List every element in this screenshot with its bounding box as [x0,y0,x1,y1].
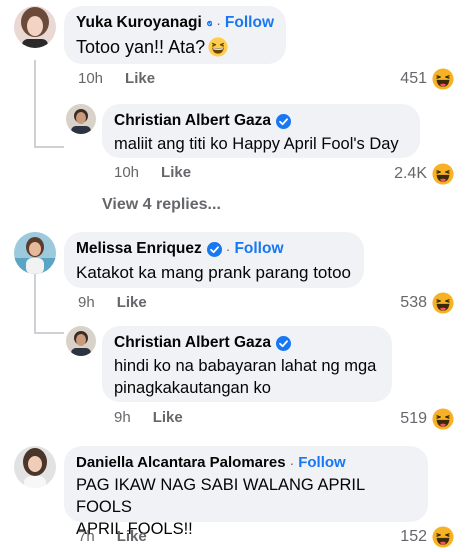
reaction-count-value: 152 [400,528,427,545]
timestamp[interactable]: 10h [114,164,139,181]
follow-button[interactable]: Follow [225,14,274,32]
haha-reaction-icon [432,68,454,90]
avatar[interactable] [14,232,56,274]
comment-bubble: Melissa Enriquez · Follow Katakot ka man… [64,232,364,288]
reply-bubble: Christian Albert Gaza maliit ang titi ko… [102,104,420,158]
reaction-count-value: 519 [400,410,427,427]
verified-badge-icon [276,336,291,351]
separator-dot: · [216,15,221,31]
thread-line [34,272,36,334]
haha-reaction-icon [432,163,454,185]
commenter-name[interactable]: Christian Albert Gaza [114,334,271,352]
reply-avatar[interactable] [66,104,96,134]
comment-meta: 9h Like [78,294,147,311]
avatar[interactable] [14,6,56,48]
reaction-count[interactable]: 152 [400,526,454,548]
reply-bubble: Christian Albert Gaza hindi ko na babaya… [102,326,392,402]
verified-badge-icon [207,16,212,31]
timestamp[interactable]: 9h [114,409,131,426]
follow-button[interactable]: Follow [298,454,346,471]
haha-reaction-icon [432,292,454,314]
comment-text-line: PAG IKAW NAG SABI WALANG APRIL FOOLS [76,476,365,516]
comment-bubble: Daniella Alcantara Palomares · Follow PA… [64,446,428,538]
reply-text: maliit ang titi ko Happy April Fool's Da… [114,135,399,153]
comment-text: Totoo yan!! Ata? [76,35,274,60]
reaction-count[interactable]: 451 [400,68,454,90]
comment-bubble: Yuka Kuroyanagi · Follow Totoo yan!! Ata… [64,6,286,64]
comment-meta: 10h Like [78,70,155,87]
haha-reaction-icon [432,526,454,548]
grinning-squint-emoji-icon [208,37,228,57]
reaction-count-value: 2.4K [394,165,427,182]
reply-text-line: hindi ko na babayaran lahat ng mga [114,357,377,375]
reaction-count[interactable]: 2.4K [394,163,454,185]
reaction-count[interactable]: 519 [400,408,454,430]
reply-meta: 10h Like [114,164,191,181]
reply-meta: 9h Like [114,409,183,426]
view-more-replies-link[interactable]: View 4 replies... [102,196,221,214]
timestamp[interactable]: 9h [78,294,95,311]
thread-connector [34,332,64,334]
like-button[interactable]: Like [117,528,147,545]
reply-text-line: pinagkakautangan ko [114,379,271,397]
verified-badge-icon [207,242,222,257]
commenter-name[interactable]: Melissa Enriquez [76,240,202,258]
thread-line [34,60,36,148]
commenter-name[interactable]: Christian Albert Gaza [114,112,271,130]
timestamp[interactable]: 7h [78,528,95,545]
separator-dot: · [289,454,295,471]
like-button[interactable]: Like [117,294,147,311]
reply-avatar[interactable] [66,326,96,356]
verified-badge-icon [276,114,291,129]
thread-connector [34,146,64,148]
separator-dot: · [225,241,231,257]
reaction-count-value: 451 [400,70,427,87]
like-button[interactable]: Like [153,409,183,426]
reaction-count[interactable]: 538 [400,292,454,314]
haha-reaction-icon [432,408,454,430]
timestamp[interactable]: 10h [78,70,103,87]
commenter-name[interactable]: Yuka Kuroyanagi [76,14,202,32]
like-button[interactable]: Like [125,70,155,87]
commenter-name[interactable]: Daniella Alcantara Palomares [76,454,286,471]
avatar[interactable] [14,446,56,488]
comment-text: Katakot ka mang prank parang totoo [76,263,352,282]
like-button[interactable]: Like [161,164,191,181]
reaction-count-value: 538 [400,294,427,311]
comment-meta: 7h Like [78,528,147,545]
follow-button[interactable]: Follow [234,240,283,258]
reply-text: hindi ko na babayaran lahat ng mga pinag… [114,355,380,399]
